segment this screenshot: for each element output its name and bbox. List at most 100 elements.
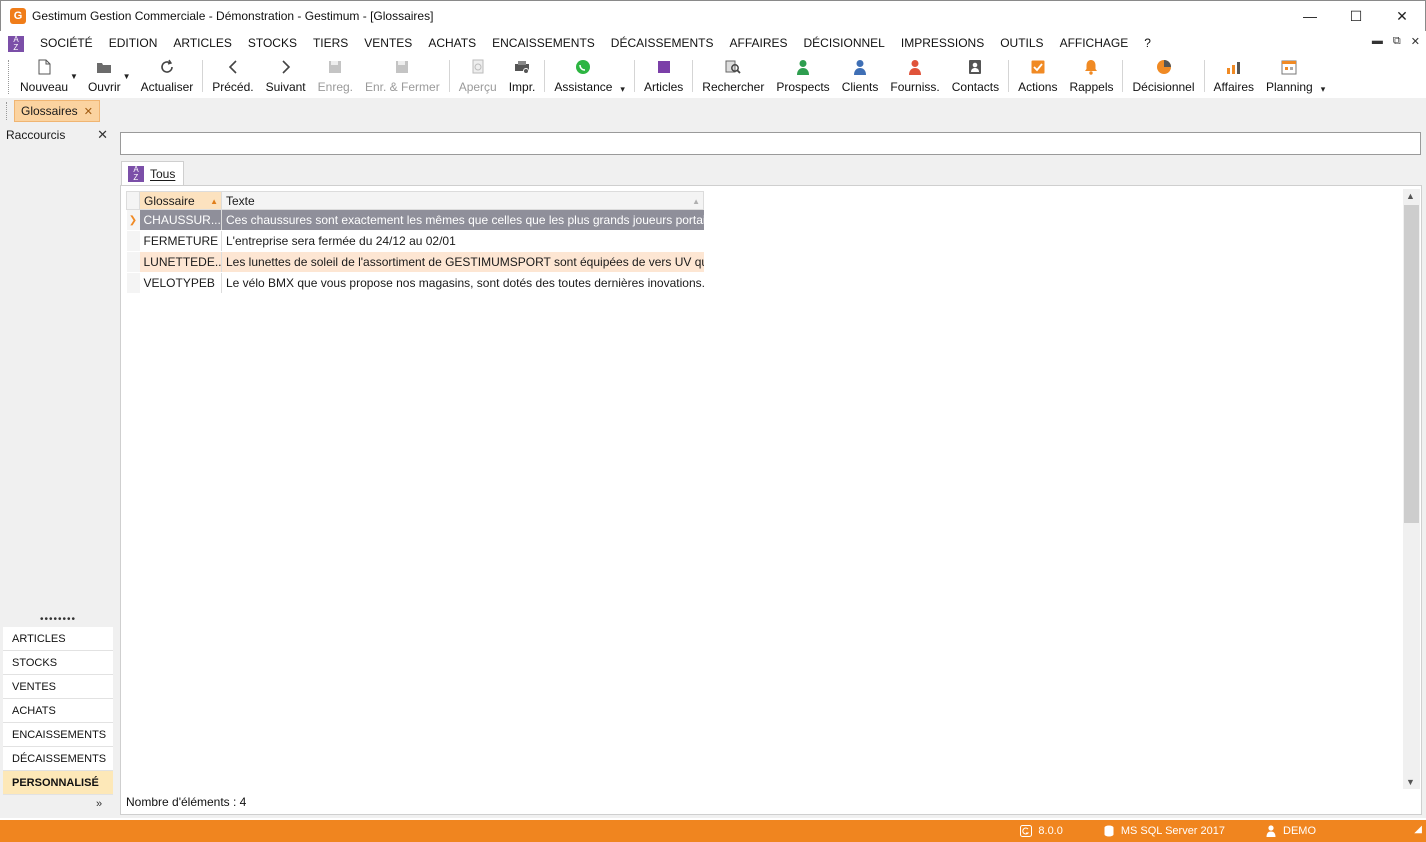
- mdi-restore-button[interactable]: ⧉: [1393, 35, 1401, 48]
- table-row[interactable]: ❯ CHAUSSUR... Ces chaussures sont exacte…: [126, 209, 704, 231]
- search-input[interactable]: [120, 132, 1421, 155]
- toolbar-overflow-icon[interactable]: ▾: [620, 84, 625, 95]
- cell-glossaire[interactable]: VELOTYPEB: [139, 272, 222, 294]
- glossary-grid-panel: Glossaire ▲ Texte ▲ ❯ CHAUSSUR... Ces ch…: [120, 185, 1422, 815]
- menu-societe[interactable]: SOCIÉTÉ: [32, 31, 101, 56]
- menu-help[interactable]: ?: [1136, 31, 1159, 56]
- document-tab-strip: Glossaires ✕: [0, 98, 1426, 124]
- nav-achats[interactable]: ACHATS: [3, 699, 113, 723]
- rechercher-button[interactable]: Rechercher: [696, 56, 770, 98]
- minimize-button[interactable]: —: [1287, 1, 1333, 31]
- planning-button[interactable]: Planning: [1260, 56, 1319, 98]
- decisionnel-button[interactable]: Décisionnel: [1126, 56, 1200, 98]
- table-row[interactable]: VELOTYPEB Le vélo BMX que vous propose n…: [126, 272, 704, 294]
- tab-strip-grip: [6, 102, 8, 120]
- calendar-icon: [1281, 59, 1297, 75]
- menu-articles[interactable]: ARTICLES: [165, 31, 239, 56]
- nouveau-dropdown-icon[interactable]: ▼: [70, 72, 78, 81]
- imprimer-button[interactable]: Impr.: [503, 56, 542, 98]
- gestimum-logo-icon: [1020, 825, 1033, 837]
- splitter-grip[interactable]: ••••••••: [40, 614, 76, 625]
- scroll-thumb[interactable]: [1404, 205, 1419, 523]
- tab-glossaires[interactable]: Glossaires ✕: [14, 100, 100, 122]
- nav-stocks[interactable]: STOCKS: [3, 651, 113, 675]
- apercu-label: Aperçu: [458, 80, 497, 94]
- toolbar-overflow-icon[interactable]: ▾: [1321, 84, 1326, 95]
- menu-ventes[interactable]: VENTES: [356, 31, 420, 56]
- enregistrer-button[interactable]: Enreg.: [312, 56, 359, 98]
- nouveau-button[interactable]: Nouveau: [14, 56, 74, 98]
- rappels-button[interactable]: Rappels: [1063, 56, 1119, 98]
- clients-button[interactable]: Clients: [836, 56, 885, 98]
- apercu-button[interactable]: Aperçu: [453, 56, 503, 98]
- decisionnel-label: Décisionnel: [1132, 80, 1195, 94]
- menu-affaires[interactable]: AFFAIRES: [721, 31, 795, 56]
- tab-tous[interactable]: AZ Tous: [121, 161, 185, 185]
- cell-glossaire[interactable]: LUNETTEDE...: [139, 251, 222, 273]
- menu-edition[interactable]: EDITION: [101, 31, 166, 56]
- assistance-button[interactable]: Assistance: [548, 56, 618, 98]
- tab-close-icon[interactable]: ✕: [84, 105, 93, 118]
- clients-person-icon: [852, 59, 868, 75]
- menu-affichage[interactable]: AFFICHAGE: [1052, 31, 1137, 56]
- nav-personnalise[interactable]: PERSONNALISÉ: [3, 771, 113, 795]
- shortcuts-close-icon[interactable]: ✕: [97, 127, 108, 143]
- table-row[interactable]: LUNETTEDE... Les lunettes de soleil de l…: [126, 251, 704, 273]
- menu-tiers[interactable]: TIERS: [305, 31, 356, 56]
- nav-articles[interactable]: ARTICLES: [3, 627, 113, 651]
- menu-decaissements[interactable]: DÉCAISSEMENTS: [603, 31, 722, 56]
- contacts-label: Contacts: [951, 80, 1000, 94]
- cell-glossaire[interactable]: CHAUSSUR...: [139, 209, 222, 231]
- menu-encaissements[interactable]: ENCAISSEMENTS: [484, 31, 603, 56]
- prospects-button[interactable]: Prospects: [770, 56, 835, 98]
- nav-encaissements[interactable]: ENCAISSEMENTS: [3, 723, 113, 747]
- precedent-label: Précéd.: [212, 80, 254, 94]
- status-bar: 8.0.0 MS SQL Server 2017 DEMO ◢: [0, 820, 1426, 842]
- close-button[interactable]: ✕: [1379, 1, 1425, 31]
- mdi-close-button[interactable]: ✕: [1411, 35, 1420, 48]
- affaires-button[interactable]: Affaires: [1208, 56, 1260, 98]
- precedent-button[interactable]: Précéd.: [206, 56, 259, 98]
- articles-button[interactable]: Articles: [638, 56, 689, 98]
- toolbar-grip[interactable]: [8, 60, 10, 94]
- cell-texte[interactable]: Ces chaussures sont exactement les mêmes…: [221, 209, 704, 231]
- pie-chart-icon: [1156, 59, 1172, 75]
- ouvrir-button[interactable]: Ouvrir: [82, 56, 127, 98]
- menu-decisionnel[interactable]: DÉCISIONNEL: [796, 31, 893, 56]
- vertical-scrollbar[interactable]: ▲ ▼: [1403, 189, 1420, 789]
- table-header-row: Glossaire ▲ Texte ▲: [126, 191, 704, 210]
- fournisseurs-button[interactable]: Fourniss.: [884, 56, 945, 98]
- menu-bar: AZ SOCIÉTÉ EDITION ARTICLES STOCKS TIERS…: [0, 31, 1426, 56]
- scroll-up-icon[interactable]: ▲: [1406, 191, 1415, 201]
- nav-ventes[interactable]: VENTES: [3, 675, 113, 699]
- scroll-down-icon[interactable]: ▼: [1406, 777, 1415, 787]
- expand-chevron-icon[interactable]: »: [96, 798, 102, 810]
- column-header-glossaire[interactable]: Glossaire ▲: [139, 191, 222, 210]
- window-title: Gestimum Gestion Commerciale - Démonstra…: [32, 9, 434, 23]
- maximize-button[interactable]: ☐: [1333, 1, 1379, 31]
- menu-outils[interactable]: OUTILS: [992, 31, 1051, 56]
- resize-grip-icon[interactable]: ◢: [1414, 824, 1422, 835]
- cell-texte[interactable]: Le vélo BMX que vous propose nos magasin…: [221, 272, 704, 294]
- cell-texte[interactable]: Les lunettes de soleil de l'assortiment …: [221, 251, 704, 273]
- cell-glossaire[interactable]: FERMETURE: [139, 230, 222, 252]
- suivant-button[interactable]: Suivant: [260, 56, 312, 98]
- status-user: DEMO: [1265, 825, 1316, 837]
- toolbar-separator: [1203, 60, 1205, 92]
- menu-stocks[interactable]: STOCKS: [240, 31, 305, 56]
- nav-decaissements[interactable]: DÉCAISSEMENTS: [3, 747, 113, 771]
- table-row[interactable]: FERMETURE L'entreprise sera fermée du 24…: [126, 230, 704, 252]
- menu-impressions[interactable]: IMPRESSIONS: [893, 31, 992, 56]
- cell-texte[interactable]: L'entreprise sera fermée du 24/12 au 02/…: [221, 230, 704, 252]
- menu-achats[interactable]: ACHATS: [420, 31, 484, 56]
- actions-button[interactable]: Actions: [1012, 56, 1063, 98]
- fournisseurs-person-icon: [907, 59, 923, 75]
- menu-az-icon: AZ: [8, 35, 24, 52]
- contacts-button[interactable]: Contacts: [946, 56, 1005, 98]
- ouvrir-dropdown-icon[interactable]: ▼: [123, 72, 131, 81]
- enregistrer-fermer-button[interactable]: Enr. & Fermer: [359, 56, 446, 98]
- actualiser-button[interactable]: Actualiser: [135, 56, 200, 98]
- mdi-minimize-button[interactable]: ▬: [1372, 35, 1383, 48]
- row-indicator: [126, 230, 140, 252]
- column-header-texte[interactable]: Texte ▲: [221, 191, 704, 210]
